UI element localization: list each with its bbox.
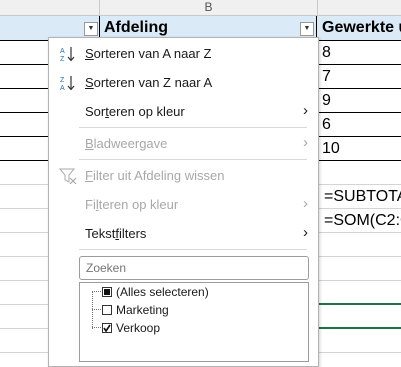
checkbox-mixed[interactable] (102, 287, 112, 297)
cell-c5[interactable]: 6 (318, 113, 331, 136)
column-header-a[interactable] (0, 0, 100, 16)
menu-label: Filteren op kleur (85, 197, 179, 212)
menu-label: Bladweergave (85, 136, 168, 151)
tree-line (92, 291, 101, 292)
menu-item-sort-by-color[interactable]: Sorteren op kleur › (49, 100, 318, 124)
menu-item-clear-filter: Filter uit Afdeling wissen (49, 164, 318, 188)
menu-separator (79, 127, 307, 128)
chevron-right-icon: › (303, 195, 308, 212)
filter-clear-icon (59, 168, 77, 184)
menu-label: Sorteren van Z naar A (85, 75, 213, 90)
menu-label: Sorteren van A naar Z (85, 46, 212, 61)
menu-label: Sorteren op kleur (85, 104, 185, 119)
header-label-gewerkte: Gewerkte u (322, 19, 401, 36)
cell-c6[interactable]: 10 (318, 137, 340, 160)
active-cell[interactable] (316, 303, 401, 329)
menu-separator (79, 159, 307, 160)
menu-item-sort-descending[interactable]: Z A Sorteren van Z naar A (49, 71, 318, 95)
menu-item-sort-ascending[interactable]: A Z Sorteren van A naar Z (49, 42, 318, 66)
filter-values-list[interactable]: (Alles selecteren) Marketing Verkoop (79, 282, 309, 362)
check-icon (103, 324, 111, 333)
list-item-label: Marketing (116, 303, 169, 317)
header-label-afdeling: Afdeling (104, 19, 168, 36)
search-input[interactable] (79, 256, 309, 280)
chevron-right-icon: › (303, 134, 308, 151)
header-cell-gewerkte[interactable]: Gewerkte u (318, 16, 401, 40)
filter-dropdown-button-b[interactable]: ▼ (300, 22, 314, 36)
filter-dropdown-button-a[interactable]: ▼ (84, 22, 98, 36)
cell-c9[interactable]: =SOM(C2:C (320, 209, 401, 232)
menu-item-filter-by-color: Filteren op kleur › (49, 193, 318, 217)
list-item-label: (Alles selecteren) (116, 285, 209, 299)
svg-text:A: A (60, 48, 65, 55)
column-header-b[interactable]: B (100, 0, 318, 16)
tree-line (92, 309, 101, 310)
svg-text:A: A (60, 85, 65, 91)
chevron-right-icon: › (303, 224, 308, 241)
svg-text:Z: Z (60, 77, 65, 84)
menu-label: Filter uit Afdeling wissen (85, 168, 225, 183)
svg-text:Z: Z (60, 56, 65, 62)
tree-line (92, 291, 93, 329)
menu-item-text-filters[interactable]: Tekstfilters › (49, 222, 318, 246)
menu-separator (79, 249, 307, 250)
cell-c8[interactable]: =SUBTOTA (320, 185, 401, 208)
column-header-c[interactable] (318, 0, 401, 16)
sort-za-icon: Z A (60, 76, 75, 91)
list-item-label: Verkoop (116, 321, 161, 335)
checkbox-unchecked[interactable] (102, 305, 112, 315)
cell-c4[interactable]: 9 (318, 89, 331, 112)
cell-c2[interactable]: 8 (318, 41, 331, 64)
checkbox-checked[interactable] (102, 323, 112, 333)
tree-line (92, 327, 101, 328)
autofilter-popup: A Z Sorteren van A naar Z Z A Sorteren v… (48, 37, 319, 367)
chevron-right-icon: › (303, 102, 308, 119)
column-letter: B (204, 0, 213, 14)
menu-item-sheet-view: Bladweergave › (49, 132, 318, 156)
cell-c3[interactable]: 7 (318, 65, 331, 88)
sort-az-icon: A Z (60, 47, 75, 62)
menu-label: Tekstfilters (85, 226, 147, 241)
